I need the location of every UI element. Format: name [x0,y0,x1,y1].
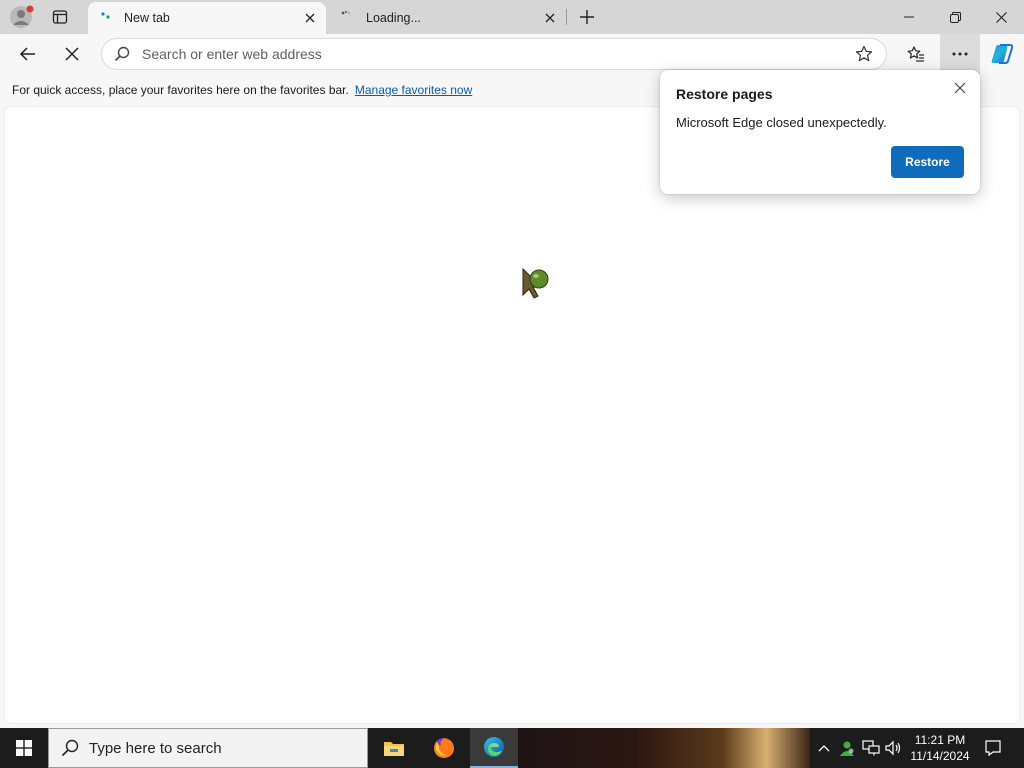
show-hidden-icons-button[interactable] [814,728,834,768]
search-icon [61,739,79,757]
restore-pages-dialog: Restore pages Microsoft Edge closed unex… [660,70,980,194]
address-bar[interactable] [101,38,887,70]
manage-favorites-link[interactable]: Manage favorites now [355,83,472,97]
stop-icon [65,47,79,61]
tab-title: New tab [124,11,170,25]
chevron-up-icon [818,745,830,752]
restore-window-button[interactable] [932,0,978,34]
firefox-icon [434,738,454,758]
busy-cursor-icon [522,267,549,299]
minimize-button[interactable] [886,0,932,34]
star-icon [855,45,873,62]
taskbar-file-explorer[interactable] [370,728,418,768]
clock-time: 11:21 PM [914,733,966,747]
taskbar-search-placeholder: Type here to search [89,739,222,757]
taskbar-firefox[interactable] [420,728,468,768]
stop-loading-button[interactable] [56,38,88,70]
newtab-favicon-icon [101,12,110,19]
people-icon [840,741,854,756]
more-icon [952,52,968,56]
favorites-bar-message: For quick access, place your favorites h… [12,83,349,97]
network-icon [862,740,880,756]
tab-title: Loading... [366,11,421,25]
add-favorite-button[interactable] [842,45,886,63]
taskbar-clock[interactable]: 11:21 PM 11/14/2024 [906,732,974,764]
taskbar-background [518,728,810,768]
dialog-title: Restore pages [676,86,773,102]
profile-icon [10,5,34,28]
favorites-button[interactable] [900,38,932,70]
copilot-button[interactable] [986,38,1018,70]
dialog-close-button[interactable] [948,76,972,100]
edge-icon [484,737,504,757]
minimize-icon [904,16,914,18]
tab-separator [566,9,567,25]
close-icon [954,82,966,94]
tab-loading[interactable]: Loading... [328,2,566,34]
profile-button[interactable] [6,0,38,34]
taskbar-search-box[interactable]: Type here to search [48,728,368,768]
tab-actions-icon [52,10,68,24]
taskbar-edge[interactable] [470,728,518,768]
back-button[interactable] [12,38,44,70]
dialog-message: Microsoft Edge closed unexpectedly. [676,115,887,130]
title-bar: New tab Loading... [0,0,1024,34]
plus-icon [580,10,594,24]
file-explorer-icon [384,742,404,756]
close-window-button[interactable] [978,0,1024,34]
copilot-icon [991,44,1014,64]
tab-actions-button[interactable] [44,0,76,34]
close-icon [545,13,555,23]
people-tray-button[interactable] [836,728,858,768]
restore-button[interactable]: Restore [891,146,964,178]
close-icon [995,11,1007,23]
windows-icon [16,740,32,756]
tab-new-tab[interactable]: New tab [88,2,326,34]
restore-icon [949,11,961,23]
volume-icon [885,740,901,756]
tab-close-button[interactable] [298,6,322,30]
back-icon [19,47,35,61]
network-tray-button[interactable] [860,728,882,768]
page-content [4,106,1020,724]
address-input[interactable] [142,46,842,62]
clock-date: 11/14/2024 [910,749,970,763]
notification-icon [985,740,1001,756]
taskbar: Type here to search 11:21 PM 11/14/2024 [0,728,1024,768]
settings-and-more-button[interactable] [940,34,980,74]
close-icon [305,13,315,23]
start-button[interactable] [0,728,48,768]
search-icon [102,46,142,62]
new-tab-button[interactable] [572,0,602,34]
favorites-icon [907,46,924,62]
loading-favicon-icon [341,10,351,17]
toolbar [0,34,1024,74]
volume-tray-button[interactable] [883,728,905,768]
tab-close-button[interactable] [538,6,562,30]
action-center-button[interactable] [978,728,1008,768]
